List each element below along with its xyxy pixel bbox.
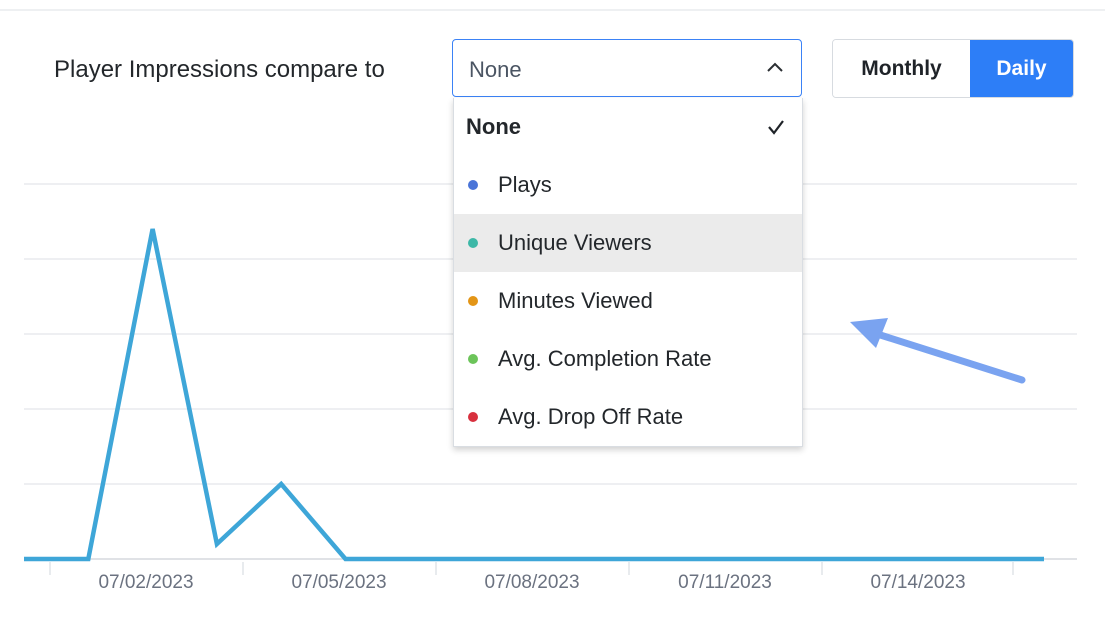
menu-item-unique-viewers[interactable]: Unique Viewers <box>454 214 802 272</box>
x-tick-label: 07/05/2023 <box>291 572 387 593</box>
menu-item-minutes-viewed[interactable]: Minutes Viewed <box>454 272 802 330</box>
menu-item-none[interactable]: None <box>454 98 802 156</box>
compare-dropdown-menu: None Plays Unique Viewers Minutes Viewed… <box>453 98 803 447</box>
chevron-up-icon <box>767 62 783 72</box>
x-tick-label: 07/08/2023 <box>484 572 580 593</box>
menu-item-label: Plays <box>498 172 552 197</box>
menu-item-label: Avg. Drop Off Rate <box>498 404 684 429</box>
compare-select-value: None <box>469 57 522 82</box>
series-color-dot <box>468 296 478 306</box>
period-toggle: Monthly Daily <box>832 39 1074 98</box>
x-tick-label: 07/02/2023 <box>98 572 194 593</box>
compare-select[interactable]: None <box>452 39 802 97</box>
menu-item-plays[interactable]: Plays <box>454 156 802 214</box>
x-tick-label: 07/11/2023 <box>678 572 772 593</box>
series-color-dot <box>468 180 478 190</box>
series-color-dot <box>468 238 478 248</box>
menu-item-label: Unique Viewers <box>498 230 652 255</box>
menu-item-label: Avg. Completion Rate <box>498 346 712 371</box>
menu-item-avg-drop-off-rate[interactable]: Avg. Drop Off Rate <box>454 388 802 446</box>
checkmark-icon <box>768 120 784 135</box>
x-tick-label: 07/14/2023 <box>870 572 966 593</box>
toggle-daily[interactable]: Daily <box>970 40 1073 97</box>
series-color-dot <box>468 412 478 422</box>
compare-label: Player Impressions compare to <box>54 56 385 83</box>
toggle-monthly[interactable]: Monthly <box>833 40 970 97</box>
menu-item-label: None <box>466 114 521 139</box>
series-color-dot <box>468 354 478 364</box>
menu-item-avg-completion-rate[interactable]: Avg. Completion Rate <box>454 330 802 388</box>
annotation-arrow <box>850 318 1026 384</box>
menu-item-label: Minutes Viewed <box>498 288 653 313</box>
